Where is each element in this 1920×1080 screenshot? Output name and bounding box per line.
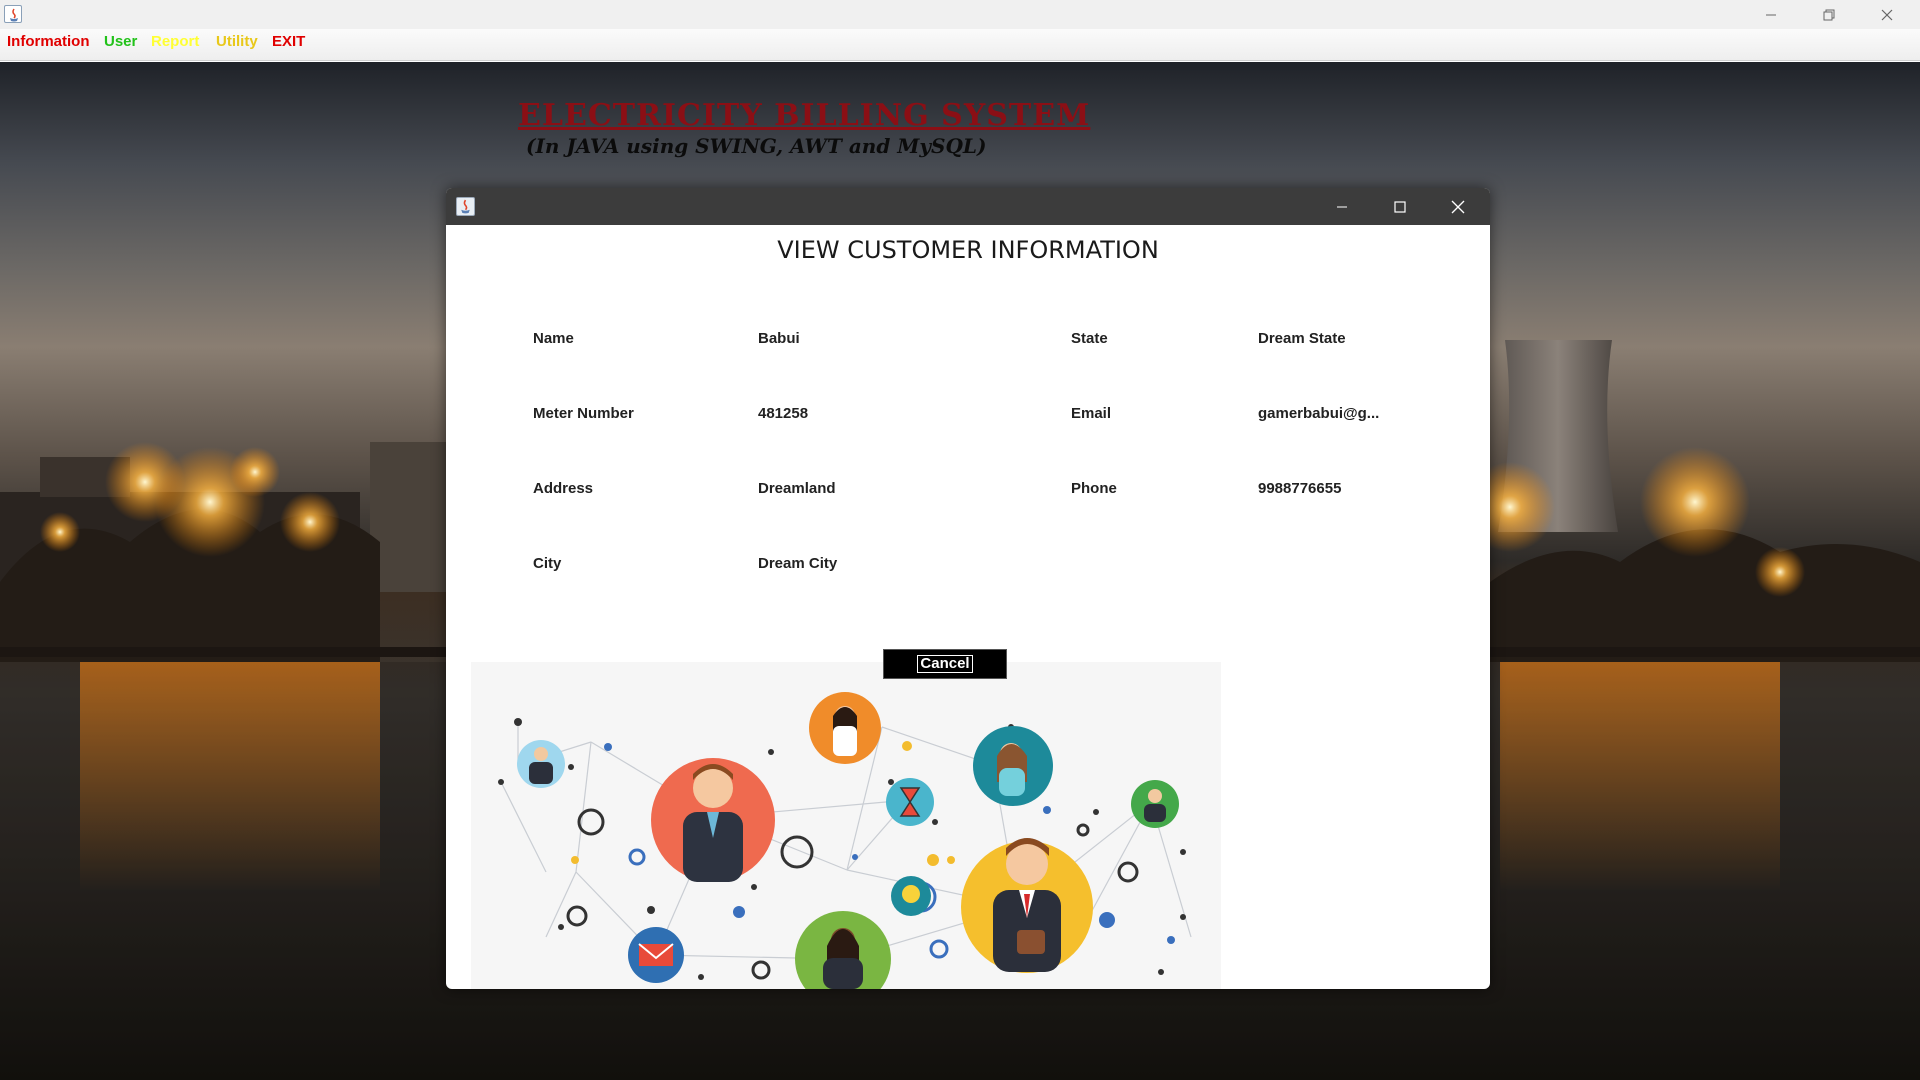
cancel-button[interactable]: Cancel <box>883 649 1007 679</box>
meter-number-value: 481258 <box>758 405 809 422</box>
java-app-icon[interactable] <box>4 5 22 23</box>
state-label: State <box>1071 330 1108 347</box>
name-value: Babui <box>758 330 800 347</box>
window-titlebar <box>0 0 1920 29</box>
menu-report[interactable]: Report <box>151 33 199 51</box>
menu-user[interactable]: User <box>104 33 137 51</box>
cancel-button-label: Cancel <box>917 655 973 673</box>
menu-utility[interactable]: Utility <box>216 33 258 51</box>
name-label: Name <box>533 330 574 347</box>
state-value: Dream State <box>1258 330 1346 347</box>
address-value: Dreamland <box>758 480 836 497</box>
menu-exit[interactable]: EXIT <box>272 33 305 51</box>
menu-bar: Information User Report Utility EXIT <box>0 29 1920 61</box>
maximize-icon[interactable] <box>1372 188 1428 225</box>
app-heading: ELECTRICITY BILLING SYSTEM (In JAVA usin… <box>518 98 1089 158</box>
meter-number-label: Meter Number <box>533 405 634 422</box>
phone-label: Phone <box>1071 480 1117 497</box>
minimize-icon[interactable] <box>1314 188 1370 225</box>
menu-information[interactable]: Information <box>7 33 90 51</box>
restore-icon[interactable] <box>1800 0 1858 29</box>
minimize-icon[interactable] <box>1742 0 1800 29</box>
city-label: City <box>533 555 562 572</box>
app-title: ELECTRICITY BILLING SYSTEM <box>518 98 1091 133</box>
main-window: Information User Report Utility EXIT ELE… <box>0 0 1920 1080</box>
email-label: Email <box>1071 405 1112 422</box>
email-value: gamerbabui@g... <box>1258 405 1380 422</box>
customer-network-illustration <box>471 662 1221 989</box>
address-label: Address <box>533 480 594 497</box>
close-icon[interactable] <box>1430 188 1486 225</box>
java-app-icon[interactable] <box>456 197 475 216</box>
city-value: Dream City <box>758 555 838 572</box>
close-icon[interactable] <box>1858 0 1916 29</box>
phone-value: 9988776655 <box>1258 480 1342 497</box>
app-subtitle: (In JAVA using SWING, AWT and MySQL) <box>526 134 987 158</box>
dialog-titlebar <box>446 188 1490 225</box>
dialog-title: VIEW CUSTOMER INFORMATION <box>777 236 1159 264</box>
view-customer-dialog: VIEW CUSTOMER INFORMATION Name Babui Sta… <box>446 188 1490 989</box>
